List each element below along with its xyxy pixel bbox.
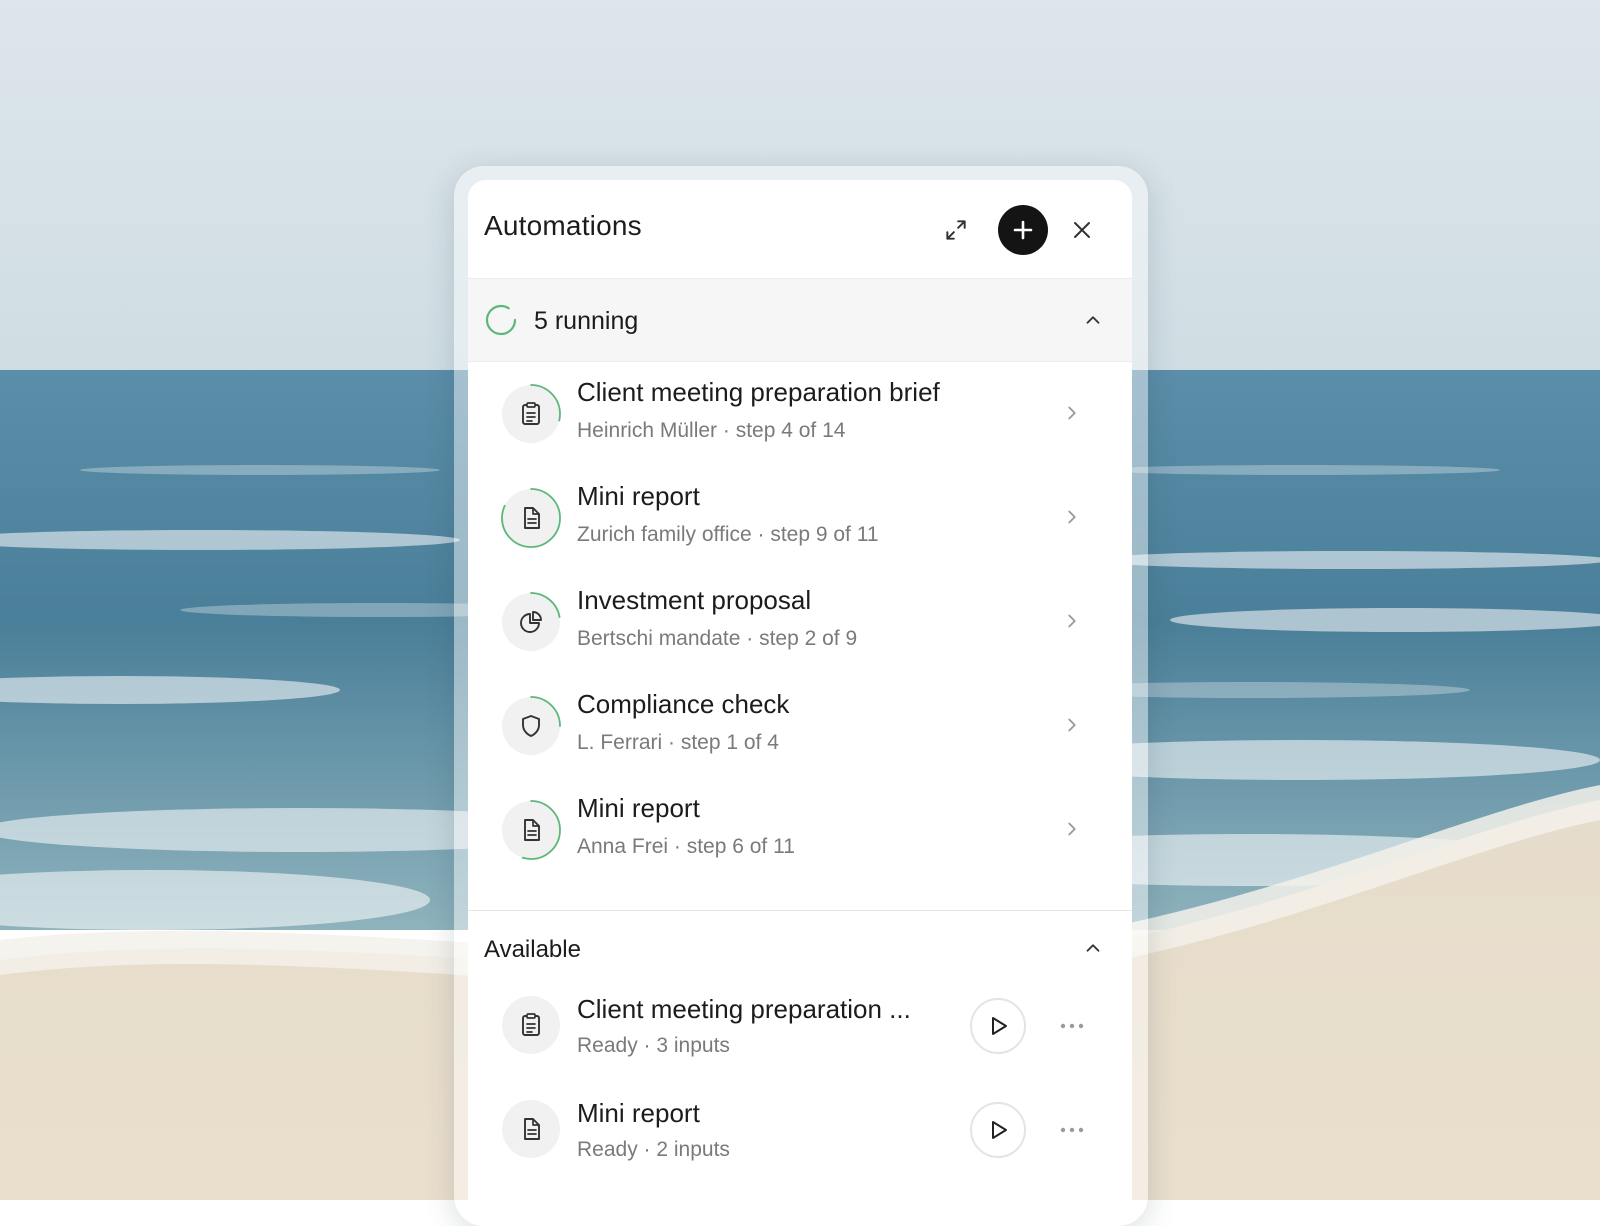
item-subtitle: Zurich family office · step 9 of 11 bbox=[577, 523, 879, 546]
add-automation-button[interactable] bbox=[998, 205, 1048, 255]
running-item[interactable]: Mini report Anna Frei · step 6 of 11 bbox=[468, 777, 1132, 881]
chevron-right-icon bbox=[1058, 815, 1086, 843]
item-subtitle: Bertschi mandate · step 2 of 9 bbox=[577, 627, 858, 650]
item-subtitle: Anna Frei · step 6 of 11 bbox=[577, 835, 795, 858]
more-icon bbox=[1060, 1023, 1084, 1029]
running-item[interactable]: Compliance check L. Ferrari · step 1 of … bbox=[468, 673, 1132, 777]
run-button[interactable] bbox=[970, 1102, 1026, 1158]
chevron-right-icon bbox=[1058, 607, 1086, 635]
panel-header: Automations bbox=[468, 180, 1132, 278]
more-options-button[interactable] bbox=[1052, 1010, 1092, 1042]
chevron-right-icon bbox=[1058, 503, 1086, 531]
chevron-right-icon bbox=[1058, 711, 1086, 739]
available-item[interactable]: Mini report Ready · 2 inputs bbox=[468, 1084, 1132, 1188]
running-section-header[interactable]: 5 running bbox=[468, 278, 1132, 362]
progress-ring bbox=[501, 592, 561, 652]
item-subtitle: Heinrich Müller · step 4 of 14 bbox=[577, 419, 846, 442]
item-title: Mini report bbox=[577, 1098, 700, 1128]
progress-ring bbox=[501, 488, 561, 548]
close-icon bbox=[1074, 222, 1090, 238]
running-item[interactable]: Client meeting preparation brief Heinric… bbox=[468, 361, 1132, 465]
item-icon-badge bbox=[502, 996, 560, 1054]
item-title: Mini report bbox=[577, 793, 700, 823]
chevron-up-icon bbox=[1086, 316, 1100, 324]
progress-ring bbox=[501, 696, 561, 756]
chevron-right-icon bbox=[1058, 399, 1086, 427]
spinner-icon bbox=[485, 304, 517, 336]
item-title: Client meeting preparation brief bbox=[577, 377, 940, 407]
run-button[interactable] bbox=[970, 998, 1026, 1054]
running-list: Client meeting preparation brief Heinric… bbox=[468, 361, 1132, 881]
available-label: Available bbox=[484, 936, 581, 963]
progress-ring bbox=[501, 384, 561, 444]
play-icon bbox=[992, 1017, 1007, 1035]
item-title: Investment proposal bbox=[577, 585, 812, 615]
available-section-header[interactable]: Available bbox=[468, 911, 1132, 981]
item-title: Compliance check bbox=[577, 689, 790, 719]
collapse-available-button[interactable] bbox=[1078, 933, 1108, 963]
play-icon bbox=[992, 1121, 1007, 1139]
expand-icon bbox=[946, 220, 966, 240]
panel-title: Automations bbox=[484, 210, 642, 241]
item-subtitle: Ready · 2 inputs bbox=[577, 1138, 730, 1161]
running-count-label: 5 running bbox=[534, 307, 639, 335]
item-subtitle: L. Ferrari · step 1 of 4 bbox=[577, 731, 779, 754]
available-list: Client meeting preparation ... Ready · 3… bbox=[468, 980, 1132, 1188]
chevron-up-icon bbox=[1086, 944, 1100, 952]
available-item[interactable]: Client meeting preparation ... Ready · 3… bbox=[468, 980, 1132, 1084]
running-item[interactable]: Mini report Zurich family office · step … bbox=[468, 465, 1132, 569]
item-title: Client meeting preparation ... bbox=[577, 994, 911, 1024]
automations-panel: Automations 5 running Client meeting pre… bbox=[468, 180, 1132, 1220]
progress-ring bbox=[501, 800, 561, 860]
expand-button[interactable] bbox=[936, 210, 976, 250]
close-button[interactable] bbox=[1062, 210, 1102, 250]
item-icon-badge bbox=[502, 1100, 560, 1158]
more-icon bbox=[1060, 1127, 1084, 1133]
item-subtitle: Ready · 3 inputs bbox=[577, 1034, 730, 1057]
collapse-running-button[interactable] bbox=[1078, 305, 1108, 335]
running-item[interactable]: Investment proposal Bertschi mandate · s… bbox=[468, 569, 1132, 673]
plus-icon bbox=[1013, 220, 1033, 240]
item-title: Mini report bbox=[577, 481, 700, 511]
more-options-button[interactable] bbox=[1052, 1114, 1092, 1146]
